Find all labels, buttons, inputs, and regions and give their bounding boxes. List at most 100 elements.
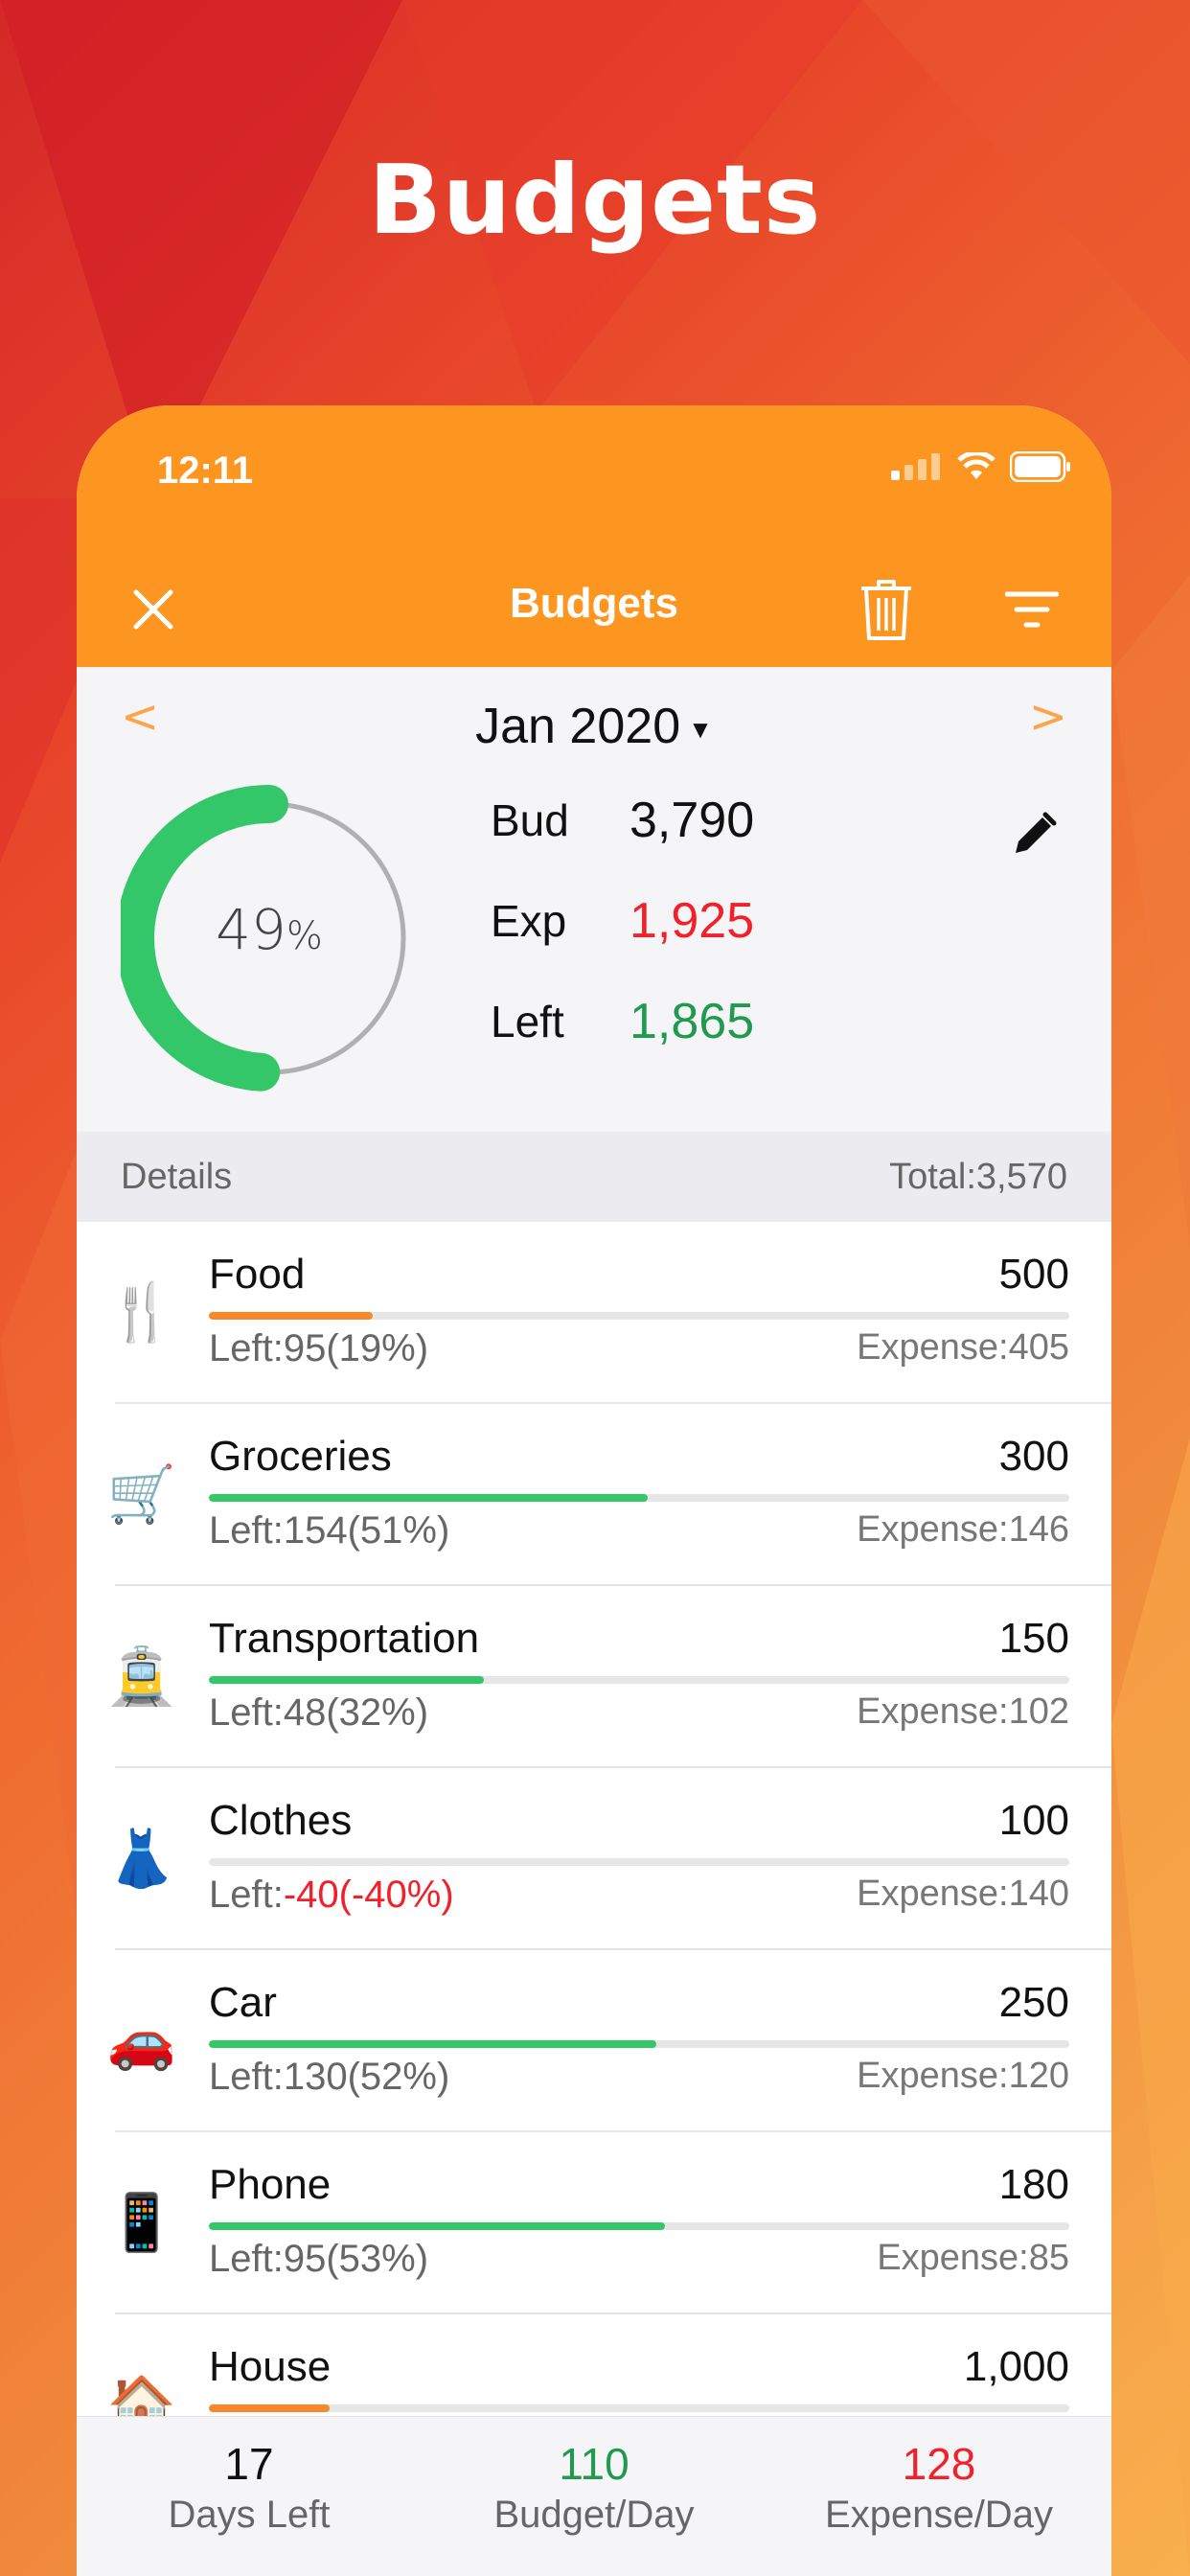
days-left-label: Days Left <box>168 2494 331 2536</box>
category-budget: 250 <box>998 1979 1069 2026</box>
category-expense: Expense:85 <box>877 2238 1069 2278</box>
category-budget: 150 <box>998 1615 1069 1662</box>
month-selector[interactable]: Jan 2020 ▼ <box>77 698 1111 755</box>
pencil-icon <box>1016 812 1057 853</box>
category-name: Transportation <box>209 1615 480 1662</box>
details-total: Total:3,570 <box>889 1157 1067 1197</box>
category-budget: 1,000 <box>963 2343 1069 2390</box>
month-label: Jan 2020 <box>475 699 681 754</box>
category-left-value: 95(19%) <box>283 1327 429 1369</box>
category-icon: 🍴 <box>106 1281 177 1344</box>
category-left-value: 154(51%) <box>283 1509 450 1552</box>
category-progress-track <box>209 2404 1069 2412</box>
expense-label: Exp <box>491 896 567 946</box>
expense-per-day-block: 128 Expense/Day <box>767 2438 1111 2537</box>
days-left-block: 17 Days Left <box>77 2438 422 2537</box>
category-budget: 100 <box>998 1797 1069 1844</box>
delete-button[interactable] <box>853 576 920 643</box>
category-left-prefix: Left: <box>209 1874 284 1916</box>
category-progress-fill <box>209 1676 485 1684</box>
category-icon: 🚗 <box>106 2010 177 2072</box>
budget-value: 3,790 <box>629 793 755 848</box>
category-left-value: 130(52%) <box>283 2056 450 2098</box>
category-left-value: 95(53%) <box>283 2238 429 2280</box>
category-expense: Expense:140 <box>857 1874 1069 1914</box>
category-name: Food <box>209 1251 306 1298</box>
edit-budget-button[interactable] <box>1010 811 1067 868</box>
category-progress-track <box>209 1676 1069 1684</box>
category-left-prefix: Left: <box>209 1691 284 1734</box>
category-expense: Expense:120 <box>857 2056 1069 2096</box>
gauge-percent-sign: % <box>286 914 323 958</box>
gauge-percent: 49% <box>121 897 418 962</box>
category-row[interactable]: 📱 Phone 180 Left:95(53%) Expense:85 <box>77 2132 1111 2314</box>
category-left: Left:-40(-40%) <box>209 1874 454 1917</box>
expense-stat: Exp 1,925 <box>491 892 754 950</box>
category-progress-fill <box>209 2040 656 2048</box>
category-progress-fill <box>209 1312 373 1320</box>
battery-icon <box>1010 451 1070 482</box>
category-row[interactable]: 🚊 Transportation 150 Left:48(32%) Expense:10… <box>77 1586 1111 1768</box>
category-icon: 📱 <box>106 2192 177 2254</box>
page-headline: Budgets <box>368 144 822 256</box>
gauge-percent-value: 49 <box>216 897 286 962</box>
category-expense: Expense:102 <box>857 1691 1069 1732</box>
details-header: Details Total:3,570 <box>77 1132 1111 1223</box>
budget-label: Bud <box>491 795 569 845</box>
category-progress-track <box>209 1312 1069 1320</box>
status-bar: 12:11 <box>77 405 1111 549</box>
category-name: Groceries <box>209 1433 392 1480</box>
category-progress-fill <box>209 2404 330 2412</box>
caret-down-icon: ▼ <box>688 714 713 744</box>
budget-summary: < Jan 2020 ▼ > 49% Bud 3,790 Exp 1,925 Le… <box>77 667 1111 1132</box>
category-name: Clothes <box>209 1797 353 1844</box>
category-budget: 500 <box>998 1251 1069 1298</box>
left-value: 1,865 <box>629 994 755 1049</box>
category-progress-track <box>209 1858 1069 1866</box>
filter-icon <box>1005 591 1059 628</box>
category-name: Car <box>209 1979 277 2026</box>
expense-per-day-label: Expense/Day <box>825 2494 1053 2536</box>
wifi-icon <box>957 452 995 479</box>
category-left-prefix: Left: <box>209 1509 284 1552</box>
days-left-value: 17 <box>224 2439 274 2489</box>
category-progress-fill <box>209 1494 648 1502</box>
budget-per-day-block: 110 Budget/Day <box>422 2438 767 2537</box>
category-progress-track <box>209 1494 1069 1502</box>
filter-button[interactable] <box>998 576 1065 643</box>
category-row[interactable]: 🚗 Car 250 Left:130(52%) Expense:120 <box>77 1950 1111 2132</box>
category-left: Left:95(53%) <box>209 2238 428 2281</box>
category-icon: 🛒 <box>106 1463 177 1526</box>
budget-per-day-value: 110 <box>559 2439 629 2489</box>
daily-summary-footer: 17 Days Left 110 Budget/Day 128 Expense/… <box>77 2416 1111 2576</box>
category-left-value: -40(-40%) <box>283 1874 454 1916</box>
trash-icon <box>861 580 911 640</box>
category-row[interactable]: 🛒 Groceries 300 Left:154(51%) Expense:146 <box>77 1404 1111 1586</box>
category-progress-fill <box>209 2222 665 2230</box>
category-progress-track <box>209 2222 1069 2230</box>
category-row[interactable]: 👗 Clothes 100 Left:-40(-40%) Expense:140 <box>77 1768 1111 1950</box>
category-icon: 🚊 <box>106 1645 177 1708</box>
next-month-button[interactable]: > <box>1029 690 1067 744</box>
category-left-prefix: Left: <box>209 2056 284 2098</box>
expense-value: 1,925 <box>629 893 755 949</box>
budget-stat: Bud 3,790 <box>491 792 754 849</box>
category-expense: Expense:405 <box>857 1327 1069 1368</box>
category-row[interactable]: 🍴 Food 500 Left:95(19%) Expense:405 <box>77 1222 1111 1404</box>
left-label: Left <box>491 997 564 1046</box>
category-left-prefix: Left: <box>209 1327 284 1369</box>
phone-frame: 12:11 Budgets < Jan 2020 ▼ > 49% Bud 3,7… <box>77 405 1111 2576</box>
category-icon: 👗 <box>106 1828 177 1890</box>
category-left: Left:130(52%) <box>209 2056 449 2099</box>
nav-title: Budgets <box>510 580 678 627</box>
category-left: Left:95(19%) <box>209 1327 428 1370</box>
budget-per-day-label: Budget/Day <box>493 2494 695 2536</box>
status-time: 12:11 <box>157 449 254 492</box>
nav-bar: Budgets <box>77 549 1111 667</box>
category-left: Left:48(32%) <box>209 1691 428 1735</box>
category-budget: 180 <box>998 2161 1069 2208</box>
category-budget: 300 <box>998 1433 1069 1480</box>
expense-per-day-value: 128 <box>902 2439 976 2489</box>
left-stat: Left 1,865 <box>491 993 754 1050</box>
category-expense: Expense:146 <box>857 1509 1069 1550</box>
